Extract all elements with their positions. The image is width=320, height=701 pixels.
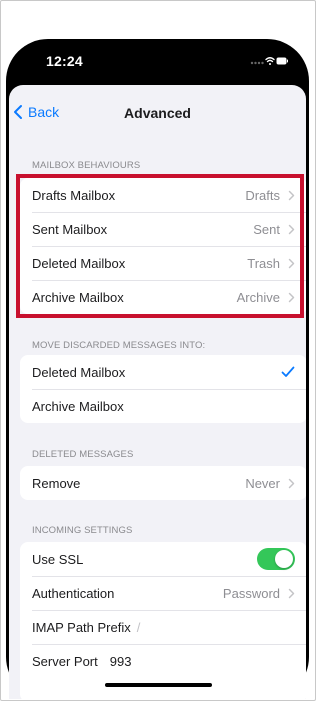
section-header-mailbox-behaviours: MAILBOX BEHAVIOURS [32, 160, 141, 171]
checkmark-icon [281, 366, 295, 377]
chevron-right-icon [288, 588, 295, 598]
option-archive-mailbox[interactable]: Archive Mailbox [20, 389, 306, 423]
row-label: Deleted Mailbox [32, 255, 126, 271]
page-title: Advanced [124, 105, 191, 121]
use-ssl-row: Use SSL [20, 542, 306, 576]
battery-icon [276, 57, 288, 65]
row-label: Authentication [32, 585, 115, 601]
row-label: Drafts Mailbox [32, 187, 116, 203]
home-indicator [105, 683, 212, 687]
server-port-row[interactable]: Server Port 993 [20, 644, 306, 678]
row-label: Archive Mailbox [32, 289, 124, 305]
navigation-bar: Back Advanced [9, 85, 306, 141]
chevron-right-icon [288, 190, 295, 200]
imap-path-prefix-field[interactable]: / [137, 620, 141, 635]
drafts-mailbox-row[interactable]: Drafts Mailbox Drafts [20, 178, 306, 212]
toggle-knob [275, 550, 293, 568]
imap-path-prefix-row[interactable]: IMAP Path Prefix / [20, 610, 306, 644]
settings-sheet: Back Advanced MAILBOX BEHAVIOURS Drafts … [9, 85, 306, 699]
wifi-icon [265, 57, 275, 65]
status-icons [250, 57, 288, 65]
row-label: IMAP Path Prefix [32, 619, 131, 635]
chevron-right-icon [288, 224, 295, 234]
deleted-messages-group: Remove Never [20, 466, 306, 500]
deleted-mailbox-row[interactable]: Deleted Mailbox Trash [20, 246, 306, 280]
use-ssl-toggle[interactable] [257, 548, 295, 570]
row-label: Sent Mailbox [32, 221, 108, 237]
move-discarded-group: Deleted Mailbox Archive Mailbox [20, 355, 306, 423]
sent-mailbox-row[interactable]: Sent Mailbox Sent [20, 212, 306, 246]
row-value: Sent [253, 221, 280, 237]
incoming-settings-group: Use SSL Authentication Password IMAP Pat… [20, 542, 306, 699]
row-value: Trash [247, 255, 280, 271]
row-label: Use SSL [32, 551, 84, 567]
section-header-deleted-messages: DELETED MESSAGES [32, 449, 134, 460]
archive-mailbox-row[interactable]: Archive Mailbox Archive [20, 280, 306, 314]
row-value: Drafts [245, 187, 280, 203]
row-value: Password [222, 585, 280, 601]
row-label: Server Port [32, 653, 98, 669]
row-label: Deleted Mailbox [32, 364, 126, 380]
chevron-right-icon [288, 292, 295, 302]
row-value: Archive [236, 289, 280, 305]
row-label: Archive Mailbox [32, 398, 124, 414]
cellular-dots-icon [250, 61, 264, 65]
authentication-row[interactable]: Authentication Password [20, 576, 306, 610]
section-header-move-discarded: MOVE DISCARDED MESSAGES INTO: [32, 340, 206, 351]
mailbox-behaviours-group: Drafts Mailbox Drafts Sent Mailbox Sent … [20, 178, 306, 314]
chevron-right-icon [288, 478, 295, 488]
row-label: Remove [32, 475, 81, 491]
chevron-right-icon [288, 258, 295, 268]
option-deleted-mailbox[interactable]: Deleted Mailbox [20, 355, 306, 389]
remove-row[interactable]: Remove Never [20, 466, 306, 500]
status-time: 12:24 [46, 53, 83, 69]
section-header-incoming-settings: INCOMING SETTINGS [32, 525, 133, 536]
row-value: Never [245, 475, 280, 491]
server-port-field[interactable]: 993 [110, 654, 132, 669]
